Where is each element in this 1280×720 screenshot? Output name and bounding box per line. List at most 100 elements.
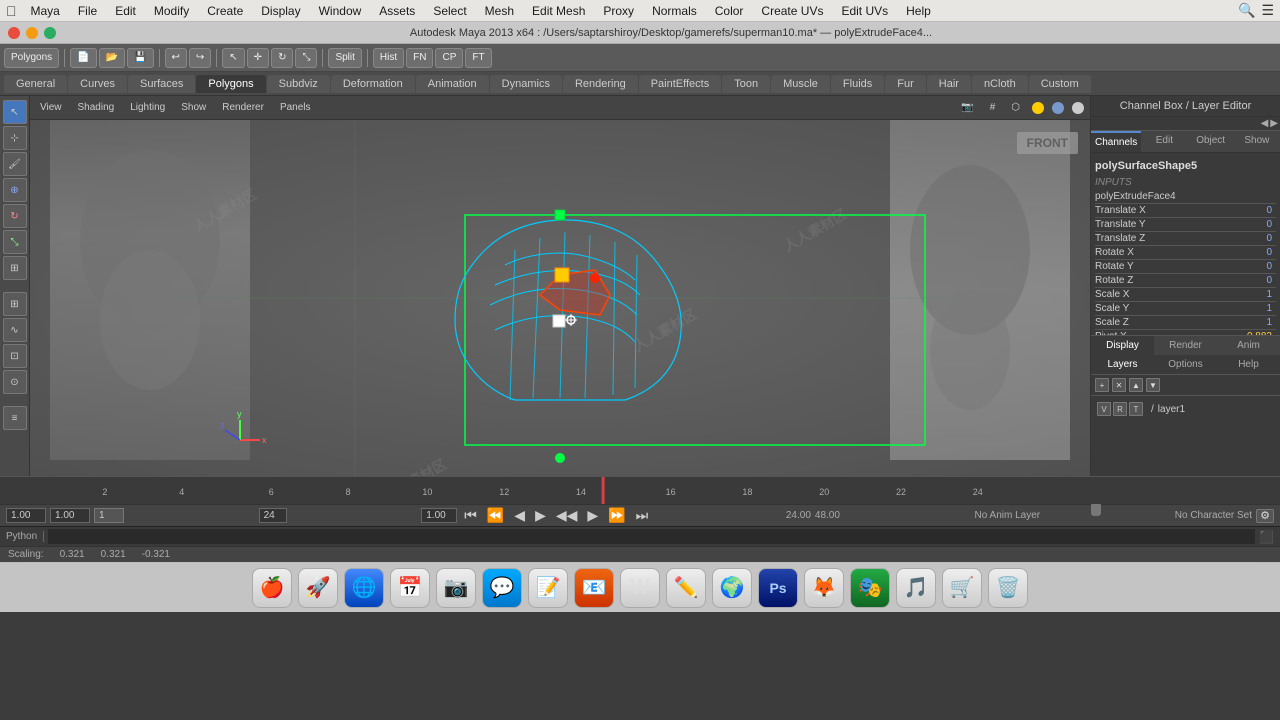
menu-file[interactable]: File — [70, 2, 105, 20]
tab-animation[interactable]: Animation — [416, 75, 489, 93]
dock-launchpad[interactable]: 🚀 — [298, 568, 338, 608]
dock-finder[interactable]: 🍎 — [252, 568, 292, 608]
light-warm[interactable] — [1032, 102, 1044, 114]
menu-proxy[interactable]: Proxy — [595, 2, 642, 20]
split-polygon-btn[interactable]: Split — [328, 48, 361, 68]
select-tool-btn[interactable]: ↖ — [3, 100, 27, 124]
fn-btn[interactable]: FN — [406, 48, 433, 68]
scale-btn[interactable]: ⤡ — [3, 230, 27, 254]
tab-display[interactable]: Display — [1091, 336, 1154, 355]
menu-window[interactable]: Window — [311, 2, 370, 20]
layer-vis-btn[interactable]: V — [1097, 402, 1111, 416]
dock-appstore[interactable]: 🛒 — [942, 568, 982, 608]
subtab-layers[interactable]: Layers — [1091, 355, 1154, 374]
tab-show[interactable]: Show — [1234, 131, 1280, 152]
dock-calendar[interactable]: 📅 — [390, 568, 430, 608]
minimize-button[interactable] — [26, 27, 38, 39]
tab-object[interactable]: Object — [1188, 131, 1234, 152]
current-time-field[interactable] — [50, 508, 90, 523]
snap-point-btn[interactable]: ⊡ — [3, 344, 27, 368]
vp-shading-menu[interactable]: Shading — [72, 100, 121, 115]
vp-view-menu[interactable]: View — [34, 100, 68, 115]
dock-safari[interactable]: 🌐 — [344, 568, 384, 608]
dock-photoshop[interactable]: Ps — [758, 568, 798, 608]
close-button[interactable] — [8, 27, 20, 39]
scale-tool-btn[interactable]: ⤡ — [295, 48, 317, 68]
open-btn[interactable]: 📂 — [99, 48, 125, 68]
tab-muscle[interactable]: Muscle — [771, 75, 830, 93]
menu-assets[interactable]: Assets — [371, 2, 423, 20]
menu-color[interactable]: Color — [707, 2, 752, 20]
start-frame-field[interactable] — [6, 508, 46, 523]
move-btn[interactable]: ⊕ — [3, 178, 27, 202]
next-frame-btn[interactable]: ⏩ — [605, 507, 628, 524]
undo-btn[interactable]: ↩ — [165, 48, 187, 68]
snap-grid-btn[interactable]: ⊞ — [3, 292, 27, 316]
tab-deformation[interactable]: Deformation — [331, 75, 415, 93]
viewport-canvas[interactable]: FRONT 人人素材区 人人素材区 人人素材区 人人素材区 — [30, 120, 1090, 476]
lasso-tool-btn[interactable]: ⊹ — [3, 126, 27, 150]
tab-dynamics[interactable]: Dynamics — [490, 75, 562, 93]
tab-polygons[interactable]: Polygons — [196, 75, 265, 93]
tab-render[interactable]: Render — [1154, 336, 1217, 355]
light-cool[interactable] — [1052, 102, 1064, 114]
vp-panels-menu[interactable]: Panels — [274, 100, 317, 115]
layer-new-btn[interactable]: + — [1095, 378, 1109, 392]
maximize-icon[interactable]: ⬛ — [1259, 530, 1274, 544]
select-tool-btn[interactable]: ↖ — [222, 48, 244, 68]
menu-help[interactable]: Help — [898, 2, 939, 20]
universal-manip-btn[interactable]: ⊞ — [3, 256, 27, 280]
play-reverse-btn[interactable]: ◀◀ — [553, 507, 581, 524]
tab-painteffects[interactable]: PaintEffects — [639, 75, 722, 93]
redo-btn[interactable]: ↪ — [189, 48, 211, 68]
dock-photos[interactable]: 📷 — [436, 568, 476, 608]
input-node-row[interactable]: polyExtrudeFace4 — [1095, 190, 1276, 204]
layer-delete-btn[interactable]: ✕ — [1112, 378, 1126, 392]
menu-edit-mesh[interactable]: Edit Mesh — [524, 2, 593, 20]
mode-selector[interactable]: Polygons — [4, 48, 59, 68]
panel-expand-btn[interactable]: ▶ — [1270, 118, 1278, 129]
tab-anim[interactable]: Anim — [1217, 336, 1280, 355]
tab-surfaces[interactable]: Surfaces — [128, 75, 195, 93]
layer-ref-btn[interactable]: R — [1113, 402, 1127, 416]
play-btn[interactable]: ▶ — [532, 507, 549, 524]
layer-move-down-btn[interactable]: ▼ — [1146, 378, 1160, 392]
speed-field[interactable] — [421, 508, 457, 523]
tab-subdviz[interactable]: Subdviz — [267, 75, 330, 93]
dock-textedit[interactable]: ✏️ — [666, 568, 706, 608]
prev-frame-btn[interactable]: ⏪ — [484, 507, 507, 524]
subtab-help[interactable]: Help — [1217, 355, 1280, 374]
dock-skype[interactable]: 💬 — [482, 568, 522, 608]
scale-y-row[interactable]: Scale Y 1 — [1095, 302, 1276, 316]
timeline[interactable]: 2 4 6 8 10 12 14 16 18 20 22 24 — [0, 476, 1280, 504]
dock-word[interactable]: W — [620, 568, 660, 608]
layer-btn[interactable]: ≡ — [3, 406, 27, 430]
menu-normals[interactable]: Normals — [644, 2, 705, 20]
maximize-button[interactable] — [44, 27, 56, 39]
char-set-btn[interactable]: ⚙ — [1256, 509, 1274, 523]
rotate-y-row[interactable]: Rotate Y 0 — [1095, 260, 1276, 274]
tab-toon[interactable]: Toon — [722, 75, 770, 93]
prev-key-btn[interactable]: ◀ — [511, 507, 528, 524]
tab-custom[interactable]: Custom — [1029, 75, 1091, 93]
new-scene-btn[interactable]: 📄 — [70, 48, 96, 68]
save-btn[interactable]: 💾 — [127, 48, 153, 68]
panel-collapse-btn[interactable]: ◀ — [1261, 118, 1269, 129]
rotate-x-row[interactable]: Rotate X 0 — [1095, 246, 1276, 260]
search-icon[interactable]: 🔍 — [1238, 2, 1255, 19]
dock-trash[interactable]: 🗑️ — [988, 568, 1028, 608]
menu-select[interactable]: Select — [425, 2, 474, 20]
vp-renderer-menu[interactable]: Renderer — [216, 100, 270, 115]
snap-view-btn[interactable]: ⊙ — [3, 370, 27, 394]
next-key-btn[interactable]: ▶ — [584, 507, 601, 524]
menu-icon[interactable]: ☰ — [1261, 2, 1274, 19]
tab-channels[interactable]: Channels — [1091, 131, 1141, 152]
layer1-row[interactable]: V R T / layer1 — [1095, 400, 1276, 418]
menu-create-uvs[interactable]: Create UVs — [753, 2, 831, 20]
subtab-options[interactable]: Options — [1154, 355, 1217, 374]
tab-fluids[interactable]: Fluids — [831, 75, 884, 93]
vp-lighting-menu[interactable]: Lighting — [124, 100, 171, 115]
tab-curves[interactable]: Curves — [68, 75, 127, 93]
go-start-btn[interactable]: ⏮ — [461, 507, 480, 524]
dock-firefox[interactable]: 🦊 — [804, 568, 844, 608]
